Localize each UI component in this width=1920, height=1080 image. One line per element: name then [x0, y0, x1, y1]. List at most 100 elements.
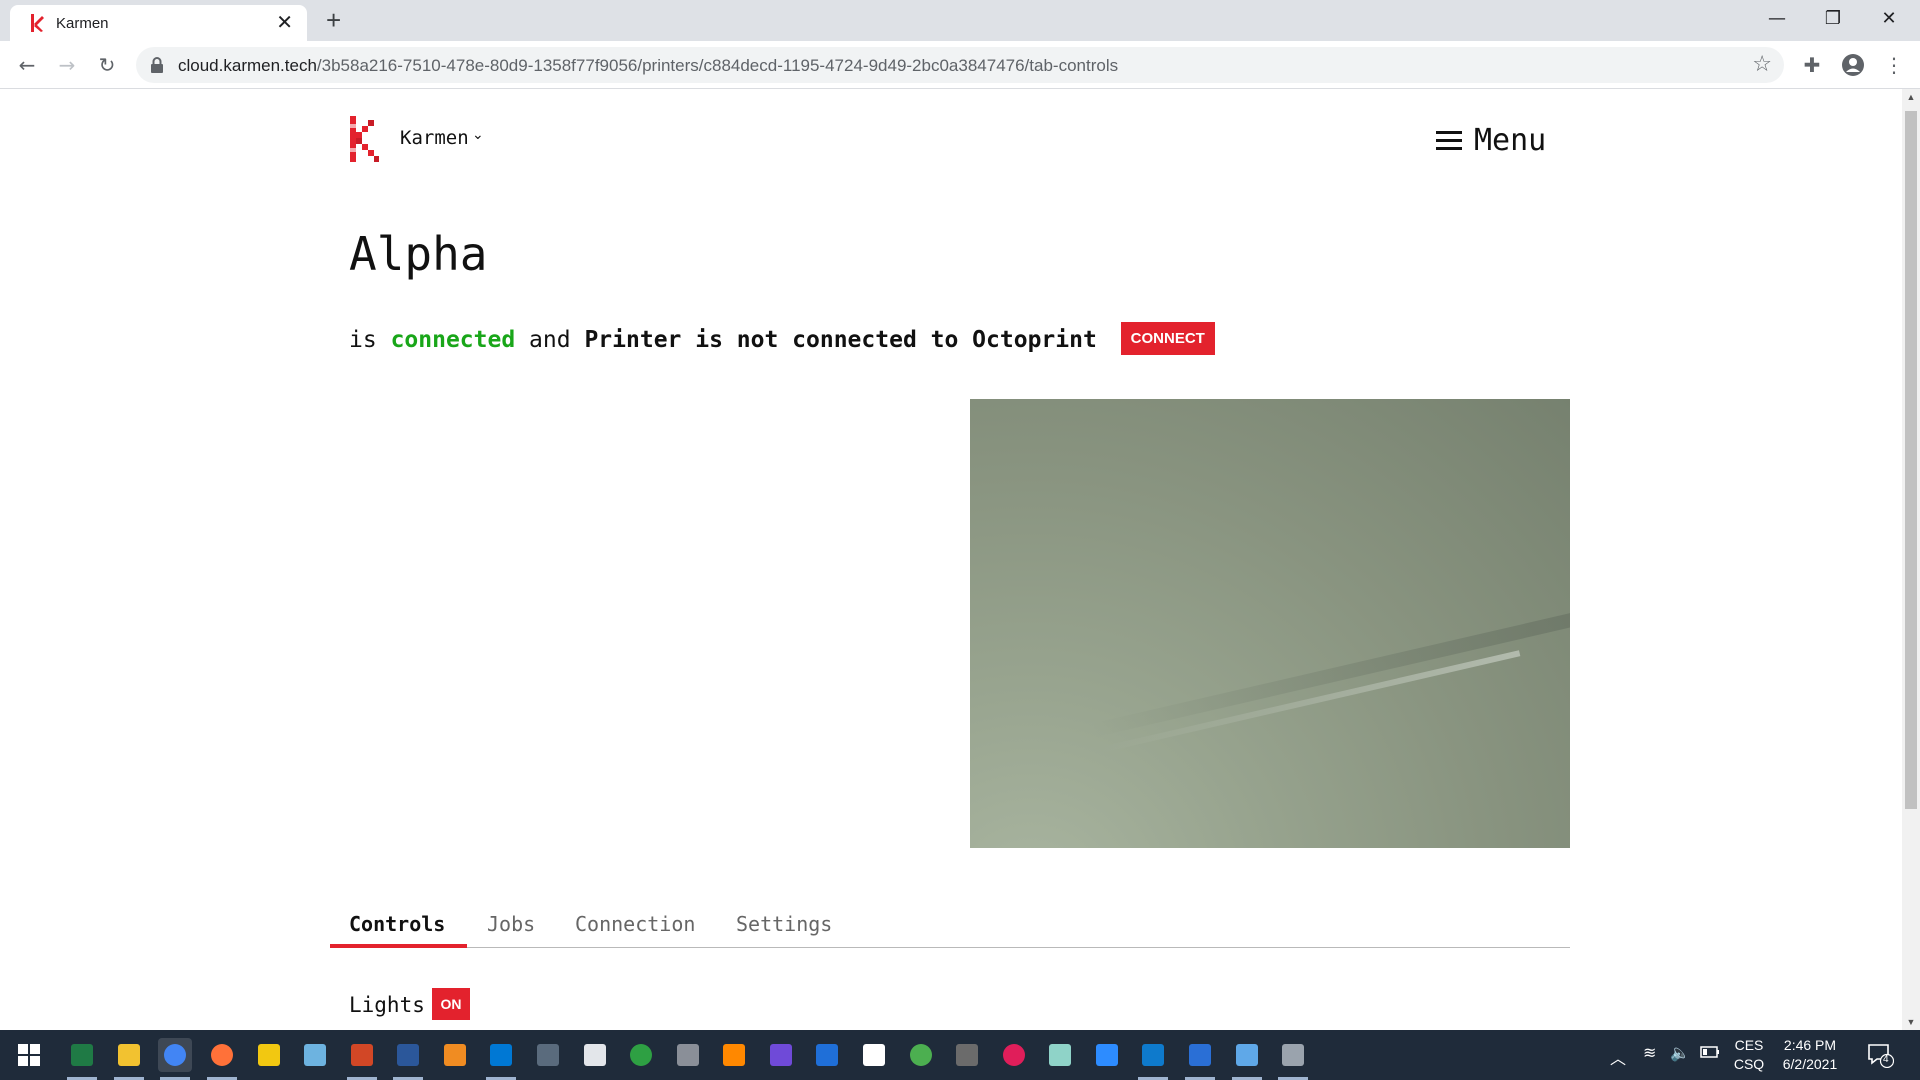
onedrive-icon[interactable] — [810, 1038, 844, 1072]
tab-controls[interactable]: Controls — [349, 912, 445, 936]
chrome-beta-icon[interactable] — [904, 1038, 938, 1072]
minimize-icon[interactable]: — — [1749, 0, 1805, 41]
outlook-icon[interactable] — [484, 1038, 518, 1080]
close-tab-icon[interactable]: ✕ — [276, 13, 293, 33]
excel-icon[interactable] — [65, 1038, 99, 1080]
chrome-icon-glyph — [164, 1044, 186, 1066]
powerpoint-icon-glyph — [351, 1044, 373, 1066]
notification-center-icon[interactable]: 4 — [1866, 1042, 1895, 1069]
word-icon-glyph — [397, 1044, 419, 1066]
chevron-down-icon[interactable]: ⌄ — [472, 127, 484, 143]
paint-icon-glyph — [304, 1044, 326, 1066]
vlc-icon[interactable] — [717, 1038, 751, 1072]
status-octoprint: Printer is not connected to Octoprint — [584, 327, 1097, 353]
scroll-down-icon[interactable]: ▼ — [1902, 1017, 1920, 1027]
photos-icon[interactable] — [1183, 1038, 1217, 1080]
browser-tab[interactable]: Karmen ✕ — [10, 5, 307, 41]
printer-status: is connected and Printer is not connecte… — [349, 322, 1215, 357]
windows-taskbar: ︿ ≋ 🔈 CES CSQ 2:46 PM 6/2/2021 4 — [0, 1030, 1920, 1080]
file-explorer-icon-glyph — [118, 1044, 140, 1066]
tab-connection[interactable]: Connection — [575, 912, 695, 936]
tab-settings[interactable]: Settings — [736, 912, 832, 936]
status-and: and — [529, 327, 571, 353]
lights-toggle-button[interactable]: ON — [432, 988, 470, 1020]
power-bi-icon-glyph — [258, 1044, 280, 1066]
workspace-switcher[interactable]: Karmen — [400, 127, 469, 149]
back-arrow-icon[interactable]: ← — [11, 49, 43, 81]
browser-menu-kebab-icon[interactable]: ⋮ — [1878, 49, 1910, 81]
url-text: cloud.karmen.tech/3b58a216-7510-478e-80d… — [178, 56, 1119, 75]
vlc-icon-glyph — [723, 1044, 745, 1066]
webcam-light-detail — [1100, 650, 1521, 753]
hamburger-menu-icon[interactable] — [1436, 131, 1462, 151]
zoom-icon[interactable] — [1090, 1038, 1124, 1072]
reload-icon[interactable]: ↻ — [91, 49, 123, 81]
page-scrollbar[interactable]: ▲ ▼ — [1902, 89, 1920, 1030]
scroll-up-icon[interactable]: ▲ — [1902, 92, 1920, 102]
word-icon[interactable] — [391, 1038, 425, 1080]
power-bi-icon[interactable] — [252, 1038, 286, 1072]
bookmark-star-icon[interactable]: ☆ — [1752, 52, 1772, 77]
calculator-icon[interactable] — [531, 1038, 565, 1072]
tab-title: Karmen — [56, 15, 109, 32]
outlook-icon-glyph — [490, 1044, 512, 1066]
notepad-icon[interactable] — [857, 1038, 891, 1072]
firefox-icon[interactable] — [205, 1038, 239, 1080]
close-window-icon[interactable]: ✕ — [1861, 0, 1917, 41]
contacts-icon[interactable] — [1230, 1038, 1264, 1080]
davinci-resolve-icon[interactable] — [764, 1038, 798, 1072]
lock-icon — [151, 57, 163, 73]
notes-icon-glyph — [1049, 1044, 1071, 1066]
active-tab-indicator — [330, 944, 467, 948]
contacts-icon-glyph — [1236, 1044, 1258, 1066]
photos-icon-glyph — [1189, 1044, 1211, 1066]
snip-sketch-icon-glyph — [584, 1044, 606, 1066]
extensions-puzzle-icon[interactable]: ✚ — [1796, 49, 1828, 81]
chrome-icon[interactable] — [158, 1038, 192, 1080]
mouse-app-icon[interactable] — [671, 1038, 705, 1072]
connect-button[interactable]: CONNECT — [1120, 322, 1215, 355]
address-bar[interactable]: cloud.karmen.tech/3b58a216-7510-478e-80d… — [136, 47, 1784, 83]
new-tab-button[interactable]: + — [326, 6, 341, 34]
zoom-icon-glyph — [1096, 1044, 1118, 1066]
scrollbar-thumb[interactable] — [1905, 111, 1917, 809]
vscode-icon[interactable] — [1136, 1038, 1170, 1080]
remote-desktop-icon[interactable] — [1276, 1038, 1310, 1080]
restore-icon[interactable]: ❐ — [1805, 0, 1861, 41]
sublime-text-icon[interactable] — [438, 1038, 472, 1072]
webcam-stream — [970, 399, 1570, 848]
printer-tabs: Controls Jobs Connection Settings — [330, 898, 1570, 948]
forward-arrow-icon[interactable]: → — [51, 49, 83, 81]
lights-label: Lights — [349, 993, 425, 1017]
input-language[interactable]: CES CSQ — [1732, 1036, 1766, 1074]
page-content: Karmen ⌄ Menu Alpha is connected and Pri… — [0, 89, 1902, 1030]
movie-maker-icon[interactable] — [950, 1038, 984, 1072]
file-explorer-icon[interactable] — [112, 1038, 146, 1080]
remote-desktop-icon-glyph — [1282, 1044, 1304, 1066]
menu-button[interactable]: Menu — [1474, 123, 1546, 158]
powerpoint-icon[interactable] — [345, 1038, 379, 1080]
page-title: Alpha — [349, 227, 488, 281]
status-connected: connected — [390, 327, 516, 353]
browser-tab-strip: Karmen ✕ + — ❐ ✕ — [0, 0, 1920, 41]
wifi-icon[interactable]: ≋ — [1643, 1043, 1656, 1063]
clock[interactable]: 2:46 PM 6/2/2021 — [1770, 1036, 1850, 1074]
edge-icon[interactable] — [624, 1038, 658, 1072]
edge-icon-glyph — [630, 1044, 652, 1066]
movie-maker-icon-glyph — [956, 1044, 978, 1066]
slack-icon-glyph — [1003, 1044, 1025, 1066]
volume-icon[interactable]: 🔈 — [1670, 1043, 1690, 1062]
battery-icon[interactable] — [1700, 1045, 1720, 1062]
snip-sketch-icon[interactable] — [578, 1038, 612, 1072]
show-hidden-icons-icon[interactable]: ︿ — [1610, 1045, 1626, 1069]
slack-icon[interactable] — [997, 1038, 1031, 1072]
notes-icon[interactable] — [1043, 1038, 1077, 1072]
paint-icon[interactable] — [298, 1038, 332, 1072]
tab-jobs[interactable]: Jobs — [487, 912, 535, 936]
notepad-icon-glyph — [863, 1044, 885, 1066]
profile-avatar-icon[interactable] — [1837, 49, 1869, 81]
sublime-text-icon-glyph — [444, 1044, 466, 1066]
mouse-app-icon-glyph — [677, 1044, 699, 1066]
windows-start-icon[interactable] — [18, 1044, 40, 1066]
karmen-logo-icon[interactable] — [348, 114, 380, 164]
